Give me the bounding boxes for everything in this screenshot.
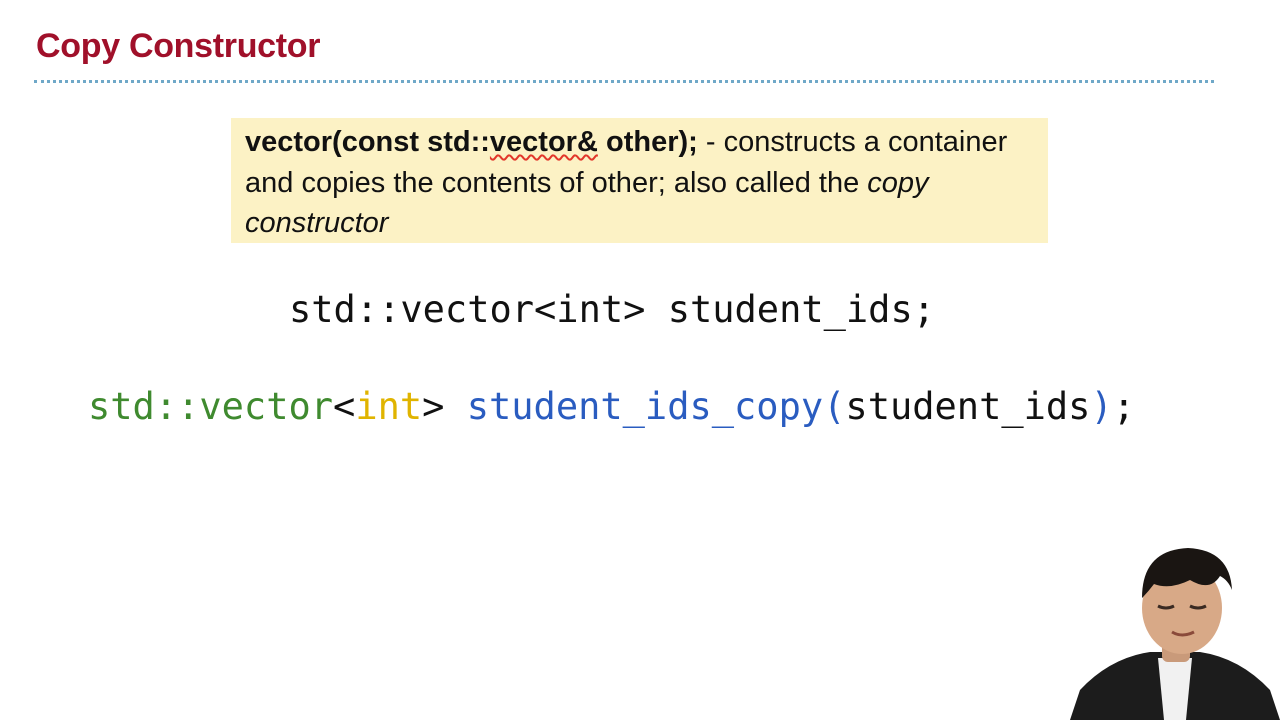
code-angle-close: > xyxy=(422,385,467,428)
code-line-copy: std::vector<int> student_ids_copy(studen… xyxy=(88,383,1135,431)
presenter-webcam-overlay xyxy=(1070,540,1280,720)
code-semicolon: ; xyxy=(1112,385,1136,428)
signature-suffix: other); xyxy=(597,126,698,158)
definition-box: vector(const std::vector& other); - cons… xyxy=(231,118,1048,243)
slide: Copy Constructor vector(const std::vecto… xyxy=(0,0,1280,720)
signature-spellcheck-word: vector& xyxy=(489,126,598,158)
slide-title: Copy Constructor xyxy=(36,27,321,65)
code-keyword-int: int xyxy=(355,385,423,428)
signature-prefix: vector(const std:: xyxy=(245,126,490,158)
code-line-declaration: std::vector<int> student_ids; xyxy=(289,288,936,331)
code-argument: student_ids xyxy=(845,385,1091,428)
title-divider xyxy=(34,80,1214,83)
presenter-figure xyxy=(1070,548,1280,720)
code-paren-close: ) xyxy=(1090,385,1113,428)
code-variable-name: student_ids_copy xyxy=(466,385,824,428)
code-angle-open: < xyxy=(333,385,356,428)
code-paren-open: ( xyxy=(823,385,846,428)
code-type-name: std::vector xyxy=(88,385,334,428)
